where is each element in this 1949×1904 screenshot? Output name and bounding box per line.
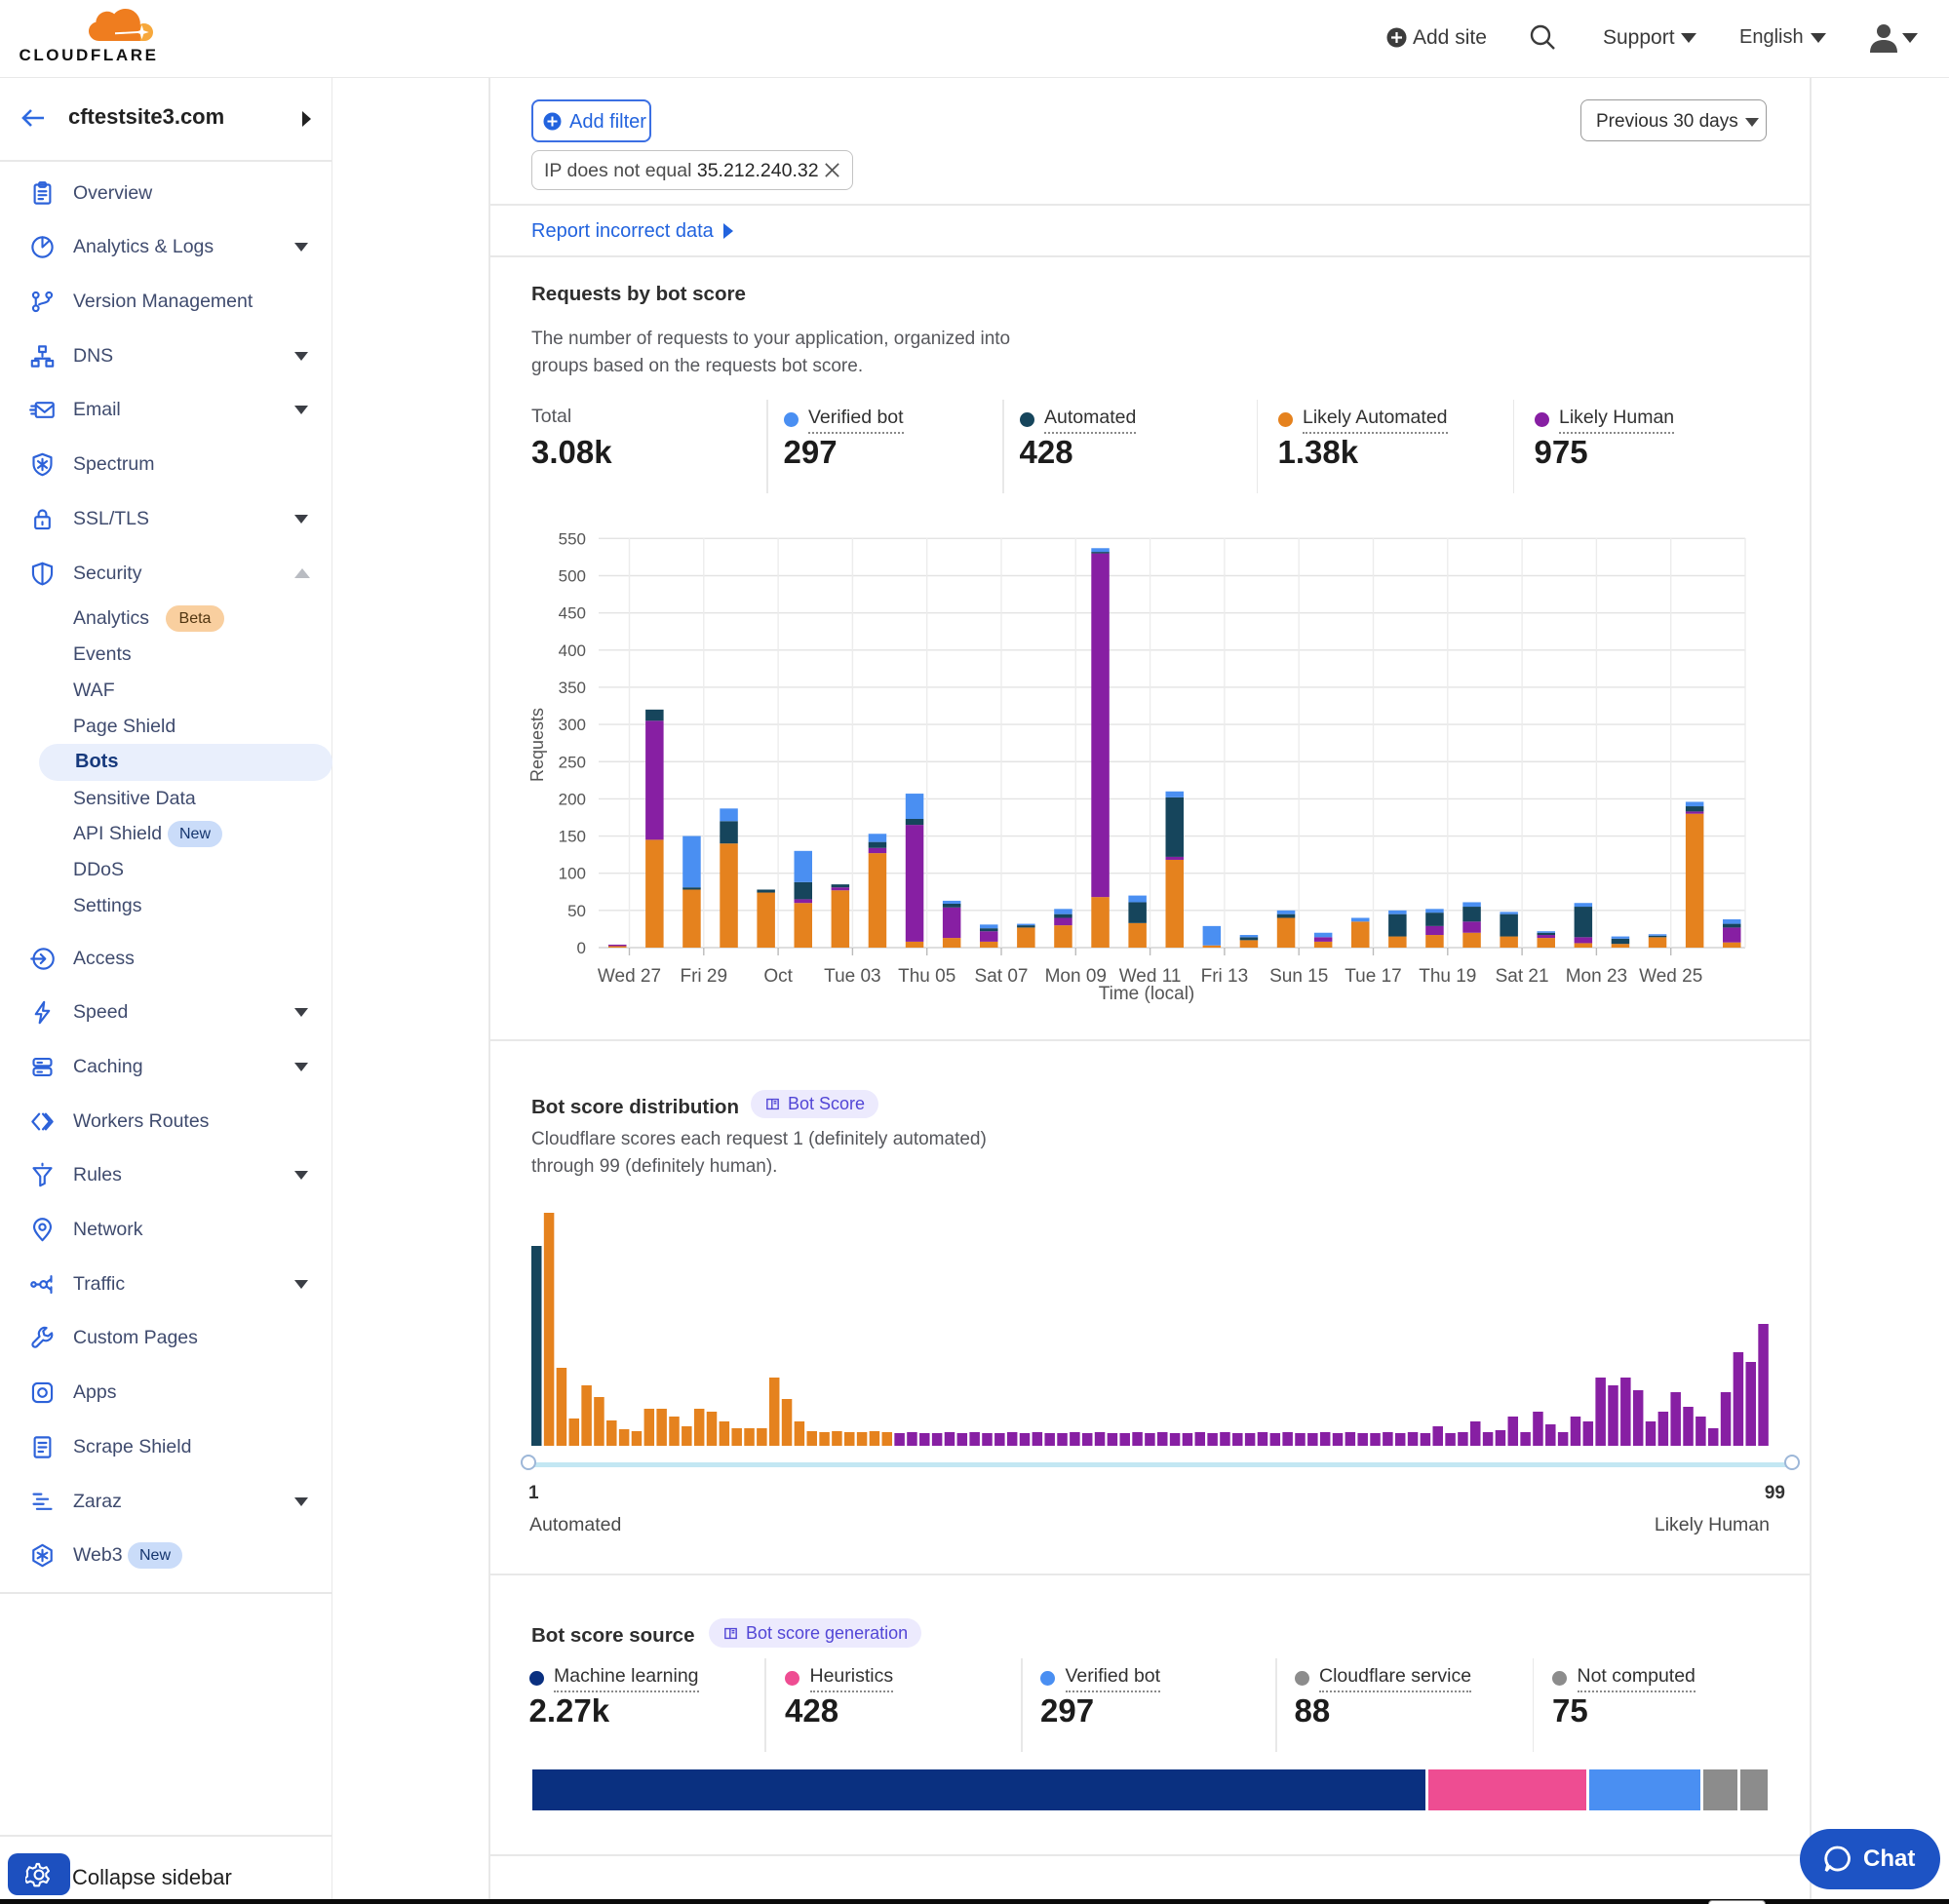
svg-text:Sun 15: Sun 15 [1269, 966, 1328, 987]
svg-text:Mon 23: Mon 23 [1566, 966, 1627, 987]
svg-text:0: 0 [577, 939, 586, 957]
svg-text:Thu 05: Thu 05 [898, 966, 955, 987]
svg-text:250: 250 [559, 753, 586, 771]
svg-text:Sat 21: Sat 21 [1496, 966, 1549, 987]
svg-text:Oct: Oct [763, 966, 793, 987]
svg-text:300: 300 [559, 716, 586, 734]
svg-text:Tue 17: Tue 17 [1345, 966, 1401, 987]
svg-text:550: 550 [559, 529, 586, 548]
svg-text:Mon 09: Mon 09 [1045, 966, 1107, 987]
svg-text:50: 50 [567, 902, 586, 920]
svg-text:Requests: Requests [527, 708, 547, 782]
svg-text:150: 150 [559, 828, 586, 846]
svg-text:Wed 27: Wed 27 [598, 966, 661, 987]
svg-text:100: 100 [559, 865, 586, 883]
svg-text:Wed 25: Wed 25 [1639, 966, 1702, 987]
svg-text:350: 350 [559, 679, 586, 697]
svg-text:Fri 13: Fri 13 [1201, 966, 1249, 987]
svg-text:Thu 19: Thu 19 [1419, 966, 1476, 987]
svg-text:Sat 07: Sat 07 [975, 966, 1029, 987]
svg-text:500: 500 [559, 567, 586, 586]
svg-text:Tue 03: Tue 03 [824, 966, 880, 987]
svg-text:400: 400 [559, 641, 586, 660]
svg-text:450: 450 [559, 604, 586, 623]
svg-text:Time (local): Time (local) [1099, 984, 1195, 1004]
svg-text:Fri 29: Fri 29 [681, 966, 728, 987]
svg-text:200: 200 [559, 790, 586, 808]
